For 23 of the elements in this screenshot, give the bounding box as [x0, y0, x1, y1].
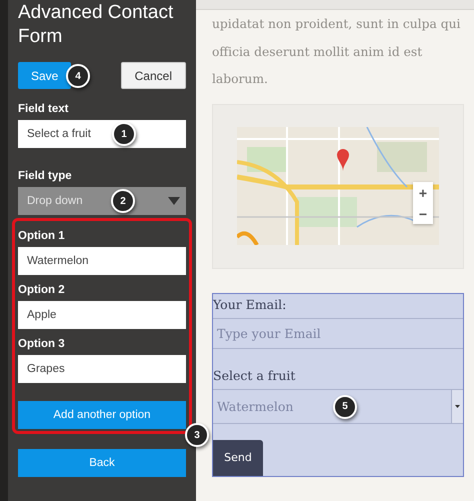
select-label: Select a fruit — [213, 366, 296, 384]
body-paragraph: upidatat non proident, sunt in culpa qui officia deserunt mollit anim id est laborum. — [212, 16, 462, 88]
option-input[interactable]: Apple — [18, 301, 186, 329]
input-field[interactable]: Select a fruit 1 — [18, 120, 186, 148]
option-input[interactable]: Watermelon — [18, 247, 186, 275]
cancel-button[interactable]: Cancel — [120, 62, 186, 89]
option-label: Option 2 — [18, 284, 66, 296]
option-input[interactable]: Grapes — [18, 355, 186, 383]
option-label: Option 3 — [18, 338, 66, 350]
zoom-out-button[interactable]: − — [413, 203, 433, 224]
panel-title: Advanced Contact Form — [18, 1, 174, 49]
step-badge: 3 — [185, 423, 209, 447]
fruit-select[interactable]: Watermelon 5 — [213, 388, 463, 424]
step-badge: 1 — [112, 122, 136, 146]
zoom-in-button[interactable]: + — [413, 182, 433, 203]
step-badge: 5 — [333, 394, 357, 418]
step-badge: 2 — [111, 189, 135, 213]
send-button[interactable]: Send — [213, 440, 263, 476]
step-badge: 4 — [66, 64, 90, 88]
email-label: Your Email: — [213, 296, 288, 314]
field-label: Field text — [18, 103, 70, 115]
option-label: Option 1 — [18, 230, 66, 242]
field-label: Field type — [18, 170, 73, 182]
